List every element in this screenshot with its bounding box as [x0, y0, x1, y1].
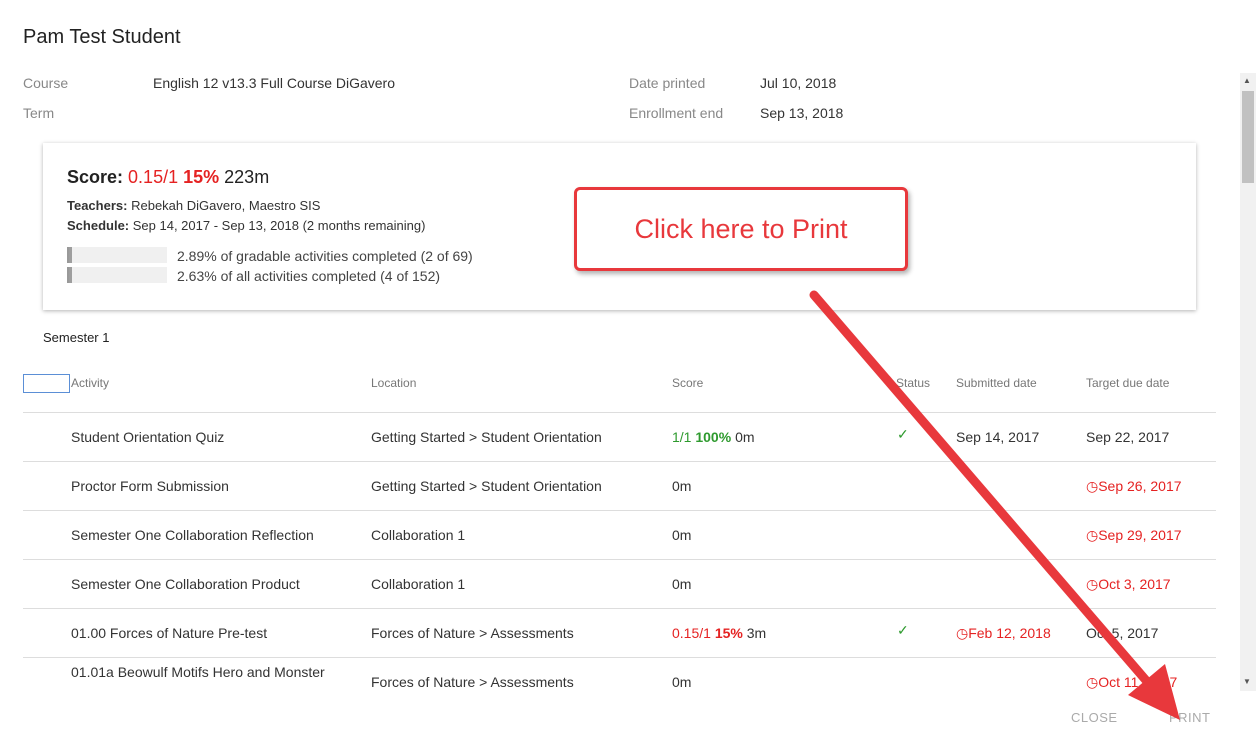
- score-time: 223m: [224, 167, 270, 187]
- score-summary: Score: 0.15/1 15% 223m: [67, 167, 269, 188]
- submitted-date-value: Feb 12, 2018: [968, 625, 1051, 641]
- semester-title: Semester 1: [43, 330, 110, 345]
- table-row[interactable]: Semester One Collaboration Reflection Col…: [23, 510, 1216, 560]
- teachers-value: Rebekah DiGavero, Maestro SIS: [131, 198, 321, 213]
- submitted-date: Sep 14, 2017: [956, 429, 1039, 445]
- print-callout: Click here to Print: [574, 187, 908, 271]
- activity-location: Forces of Nature > Assessments: [371, 674, 574, 690]
- progress-bar-all: [67, 267, 167, 283]
- activity-name: Proctor Form Submission: [71, 478, 229, 494]
- callout-text: Click here to Print: [634, 214, 848, 244]
- table-row[interactable]: 01.00 Forces of Nature Pre-test Forces of…: [23, 608, 1216, 658]
- activity-name: 01.00 Forces of Nature Pre-test: [71, 625, 268, 641]
- target-due-date-value: Sep 22, 2017: [1086, 429, 1170, 445]
- score-label: Score:: [67, 167, 124, 187]
- activity-location: Forces of Nature > Assessments: [371, 625, 574, 641]
- header-submitted-date[interactable]: Submitted date: [956, 376, 1037, 390]
- activity-score: 0m: [672, 674, 691, 690]
- target-due-date-value: Sep 29, 2017: [1098, 527, 1182, 543]
- date-printed-value: Jul 10, 2018: [760, 75, 837, 91]
- scroll-down-icon[interactable]: ▼: [1243, 677, 1251, 686]
- scrollbar-thumb[interactable]: [1242, 91, 1254, 183]
- clock-icon: ◷: [1086, 674, 1099, 690]
- header-activity[interactable]: Activity: [71, 376, 109, 390]
- course-value: English 12 v13.3 Full Course DiGavero: [153, 75, 396, 91]
- date-printed-label: Date printed: [629, 75, 706, 91]
- scroll-up-icon[interactable]: ▲: [1243, 76, 1251, 85]
- header-score[interactable]: Score: [672, 376, 703, 390]
- schedule-label: Schedule:: [67, 218, 130, 233]
- header-location[interactable]: Location: [371, 376, 416, 390]
- target-due-date-value: Sep 26, 2017: [1098, 478, 1182, 494]
- activity-location: Collaboration 1: [371, 576, 466, 592]
- activity-name: Semester One Collaboration Reflection: [71, 527, 314, 543]
- clock-icon: ◷: [1086, 576, 1099, 592]
- target-due-date: ◷Sep 26, 2017: [1086, 478, 1182, 495]
- submitted-date-value: Sep 14, 2017: [956, 429, 1040, 445]
- course-label: Course: [23, 75, 69, 91]
- clock-icon: ◷: [1086, 527, 1099, 543]
- header-target-due-date[interactable]: Target due date: [1086, 376, 1169, 390]
- table-row[interactable]: 01.01a Beowulf Motifs Hero and Monster Fo…: [23, 657, 1216, 692]
- target-due-date: ◷Sep 29, 2017: [1086, 527, 1182, 544]
- term-label: Term: [23, 105, 55, 121]
- score-time: 0m: [672, 674, 692, 690]
- score-percent: 15%: [183, 167, 220, 187]
- enrollment-end-value: Sep 13, 2018: [760, 105, 844, 121]
- table-row[interactable]: Proctor Form Submission Getting Started >…: [23, 461, 1216, 511]
- select-all-checkbox[interactable]: [23, 374, 70, 393]
- activity-name: 01.01a Beowulf Motifs Hero and Monster: [71, 664, 325, 680]
- activity-location: Getting Started > Student Orientation: [371, 478, 602, 494]
- checkmark-icon: ✓: [897, 426, 909, 442]
- activity-score: 0m: [672, 527, 691, 543]
- score-time: 0m: [672, 527, 692, 543]
- teachers-label: Teachers:: [67, 198, 128, 213]
- clock-icon: ◷: [956, 625, 969, 641]
- activity-score: 1/1 100% 0m: [672, 429, 755, 445]
- target-due-date: Sep 22, 2017: [1086, 429, 1169, 445]
- score-time: 0m: [672, 576, 692, 592]
- target-due-date: ◷Oct 3, 2017: [1086, 576, 1171, 593]
- progress-text-all: 2.63% of all activities completed (4 of …: [177, 268, 441, 284]
- target-due-date-value: Oct 11, 2017: [1098, 674, 1178, 690]
- schedule-value: Sep 14, 2017 - Sep 13, 2018 (2 months re…: [132, 218, 426, 233]
- activity-score: 0.15/1 15% 3m: [672, 625, 766, 641]
- activity-score: 0m: [672, 478, 691, 494]
- score-percent: 100%: [695, 429, 732, 445]
- score-time: 0m: [672, 478, 692, 494]
- activity-location: Collaboration 1: [371, 527, 466, 543]
- progress-bar-gradable: [67, 247, 167, 263]
- score-time: 3m: [746, 625, 767, 641]
- clock-icon: ◷: [1086, 478, 1099, 494]
- activity-location: Getting Started > Student Orientation: [371, 429, 602, 445]
- progress-text-gradable: 2.89% of gradable activities completed (…: [177, 248, 473, 264]
- activity-name: Student Orientation Quiz: [71, 429, 225, 445]
- print-button[interactable]: PRINT: [1169, 710, 1211, 725]
- schedule-line: Schedule: Sep 14, 2017 - Sep 13, 2018 (2…: [67, 218, 425, 233]
- vertical-scrollbar[interactable]: ▲ ▼: [1240, 73, 1256, 691]
- target-due-date: Oct 5, 2017: [1086, 625, 1158, 641]
- activity-score: 0m: [672, 576, 691, 592]
- checkmark-icon: ✓: [897, 622, 909, 638]
- table-row[interactable]: Student Orientation Quiz Getting Started …: [23, 412, 1216, 462]
- score-time: 0m: [735, 429, 755, 445]
- teachers-line: Teachers: Rebekah DiGavero, Maestro SIS: [67, 198, 320, 213]
- score-fraction: 0.15/1: [128, 167, 179, 187]
- header-status[interactable]: Status: [896, 376, 930, 390]
- target-due-date-value: Oct 3, 2017: [1098, 576, 1171, 592]
- student-name: Pam Test Student: [23, 26, 181, 48]
- score-percent: 15%: [714, 625, 743, 641]
- table-row[interactable]: Semester One Collaboration Product Collab…: [23, 559, 1216, 609]
- score-fraction: 1/1: [672, 429, 692, 445]
- close-button[interactable]: CLOSE: [1071, 710, 1118, 725]
- score-fraction: 0.15/1: [672, 625, 711, 641]
- activity-name: Semester One Collaboration Product: [71, 576, 300, 592]
- enrollment-end-label: Enrollment end: [629, 105, 724, 121]
- submitted-date: ◷Feb 12, 2018: [956, 625, 1051, 642]
- target-due-date-value: Oct 5, 2017: [1086, 625, 1159, 641]
- target-due-date: ◷Oct 11, 2017: [1086, 674, 1177, 691]
